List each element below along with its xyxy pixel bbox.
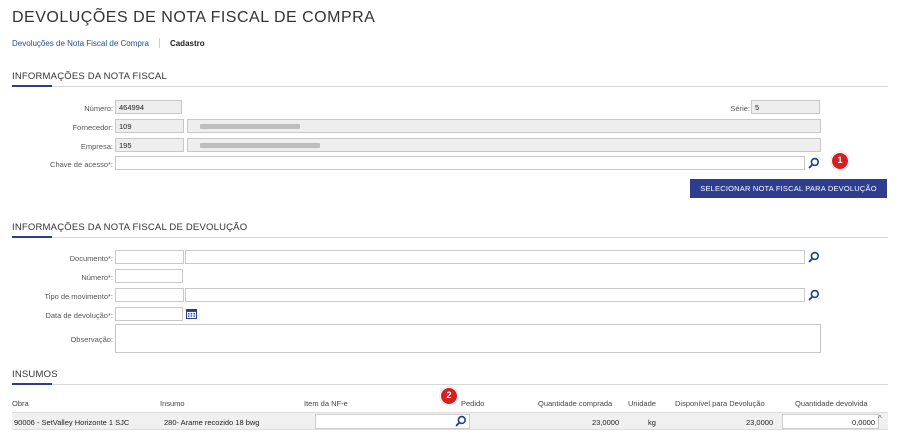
numero-devolucao-label: Número*:	[81, 273, 113, 282]
grid-row-divider	[12, 429, 888, 430]
section-divider	[12, 237, 888, 238]
scroll-up-arrow-icon[interactable]: ^	[878, 414, 882, 423]
fornecedor-name-field	[187, 119, 821, 133]
column-header-unidade[interactable]: Unidade	[628, 399, 656, 408]
fornecedor-code-field: 109	[115, 119, 184, 133]
cell-quantidade-devolvida: 0,0000	[852, 418, 875, 427]
empresa-label: Empresa:	[80, 142, 113, 151]
select-nota-fiscal-button[interactable]: SELECIONAR NOTA FISCAL PARA DEVOLUÇÃO	[690, 179, 887, 198]
documento-description-input[interactable]	[185, 250, 805, 264]
documento-label: Documento*:	[69, 254, 113, 263]
table-row[interactable]: 90006 - SetValley Horizonte 1 SJC 280- A…	[12, 412, 888, 429]
section-accent	[12, 85, 52, 87]
breadcrumb-current: Cadastro	[169, 38, 205, 48]
quantidade-devolvida-input[interactable]: 0,0000	[782, 414, 879, 429]
chave-label: Chave de acesso*:	[50, 160, 113, 169]
column-header-pedido[interactable]: Pedido	[461, 399, 484, 408]
search-icon[interactable]	[808, 289, 820, 301]
redacted-text	[200, 124, 300, 129]
data-devolucao-label: Data de devolução*:	[45, 311, 113, 320]
search-icon[interactable]	[808, 251, 820, 263]
serie-label: Série:	[730, 104, 750, 113]
breadcrumb-link[interactable]: Devoluções de Nota Fiscal de Compra	[12, 39, 149, 48]
column-header-insumo[interactable]: Insumo	[160, 399, 185, 408]
section-accent	[12, 383, 52, 385]
section-title-nota-fiscal: INFORMAÇÕES DA NOTA FISCAL	[12, 71, 167, 82]
numero-devolucao-input[interactable]	[115, 269, 183, 283]
breadcrumb-separator	[158, 38, 160, 48]
breadcrumb: Devoluções de Nota Fiscal de Compra Cada…	[12, 38, 205, 48]
column-header-quantidade-comprada[interactable]: Quantidade comprada	[538, 399, 612, 408]
redacted-text	[200, 143, 320, 148]
empresa-name-field	[187, 138, 821, 152]
section-divider	[12, 86, 888, 87]
empresa-code-field: 195	[115, 138, 184, 152]
step-badge-2: 2	[440, 387, 458, 405]
chave-acesso-input[interactable]	[115, 156, 805, 170]
column-header-disponivel[interactable]: Disponível para Devolução	[675, 399, 765, 408]
serie-field: 5	[751, 100, 820, 114]
documento-code-input[interactable]	[115, 250, 184, 264]
section-title-insumos: INSUMOS	[12, 369, 58, 380]
column-header-item-nfe[interactable]: Item da NF-e	[304, 399, 348, 408]
step-badge-1: 1	[831, 152, 849, 170]
observacao-textarea[interactable]	[115, 324, 821, 353]
search-icon[interactable]	[808, 157, 820, 169]
section-divider	[12, 384, 888, 385]
cell-insumo: 280- Arame recozido 18 bwg	[164, 418, 260, 427]
tipo-movimento-code-input[interactable]	[115, 288, 184, 302]
observacao-label: Observação:	[70, 335, 113, 344]
section-title-devolucao: INFORMAÇÕES DA NOTA FISCAL DE DEVOLUÇÃO	[12, 222, 248, 233]
item-nfe-input[interactable]	[315, 414, 470, 429]
column-header-quantidade-devolvida[interactable]: Quantidade devolvida	[795, 399, 868, 408]
search-icon[interactable]	[455, 415, 467, 427]
cell-obra: 90006 - SetValley Horizonte 1 SJC	[14, 418, 130, 427]
numero-label: Número:	[84, 104, 113, 113]
page-title: DEVOLUÇÕES DE NOTA FISCAL DE COMPRA	[12, 9, 376, 26]
tipo-movimento-label: Tipo de movimento*:	[44, 292, 113, 301]
numero-field: 464994	[115, 100, 182, 114]
cell-disponivel: 23,0000	[746, 418, 774, 427]
tipo-movimento-description-input[interactable]	[185, 288, 805, 302]
column-header-obra[interactable]: Obra	[12, 399, 29, 408]
cell-unidade: kg	[648, 418, 656, 427]
calendar-icon[interactable]	[186, 308, 197, 319]
section-accent	[12, 236, 52, 238]
data-devolucao-input[interactable]	[115, 307, 183, 321]
cell-quantidade-comprada: 23,0000	[592, 418, 620, 427]
fornecedor-label: Fornecedor:	[72, 123, 113, 132]
